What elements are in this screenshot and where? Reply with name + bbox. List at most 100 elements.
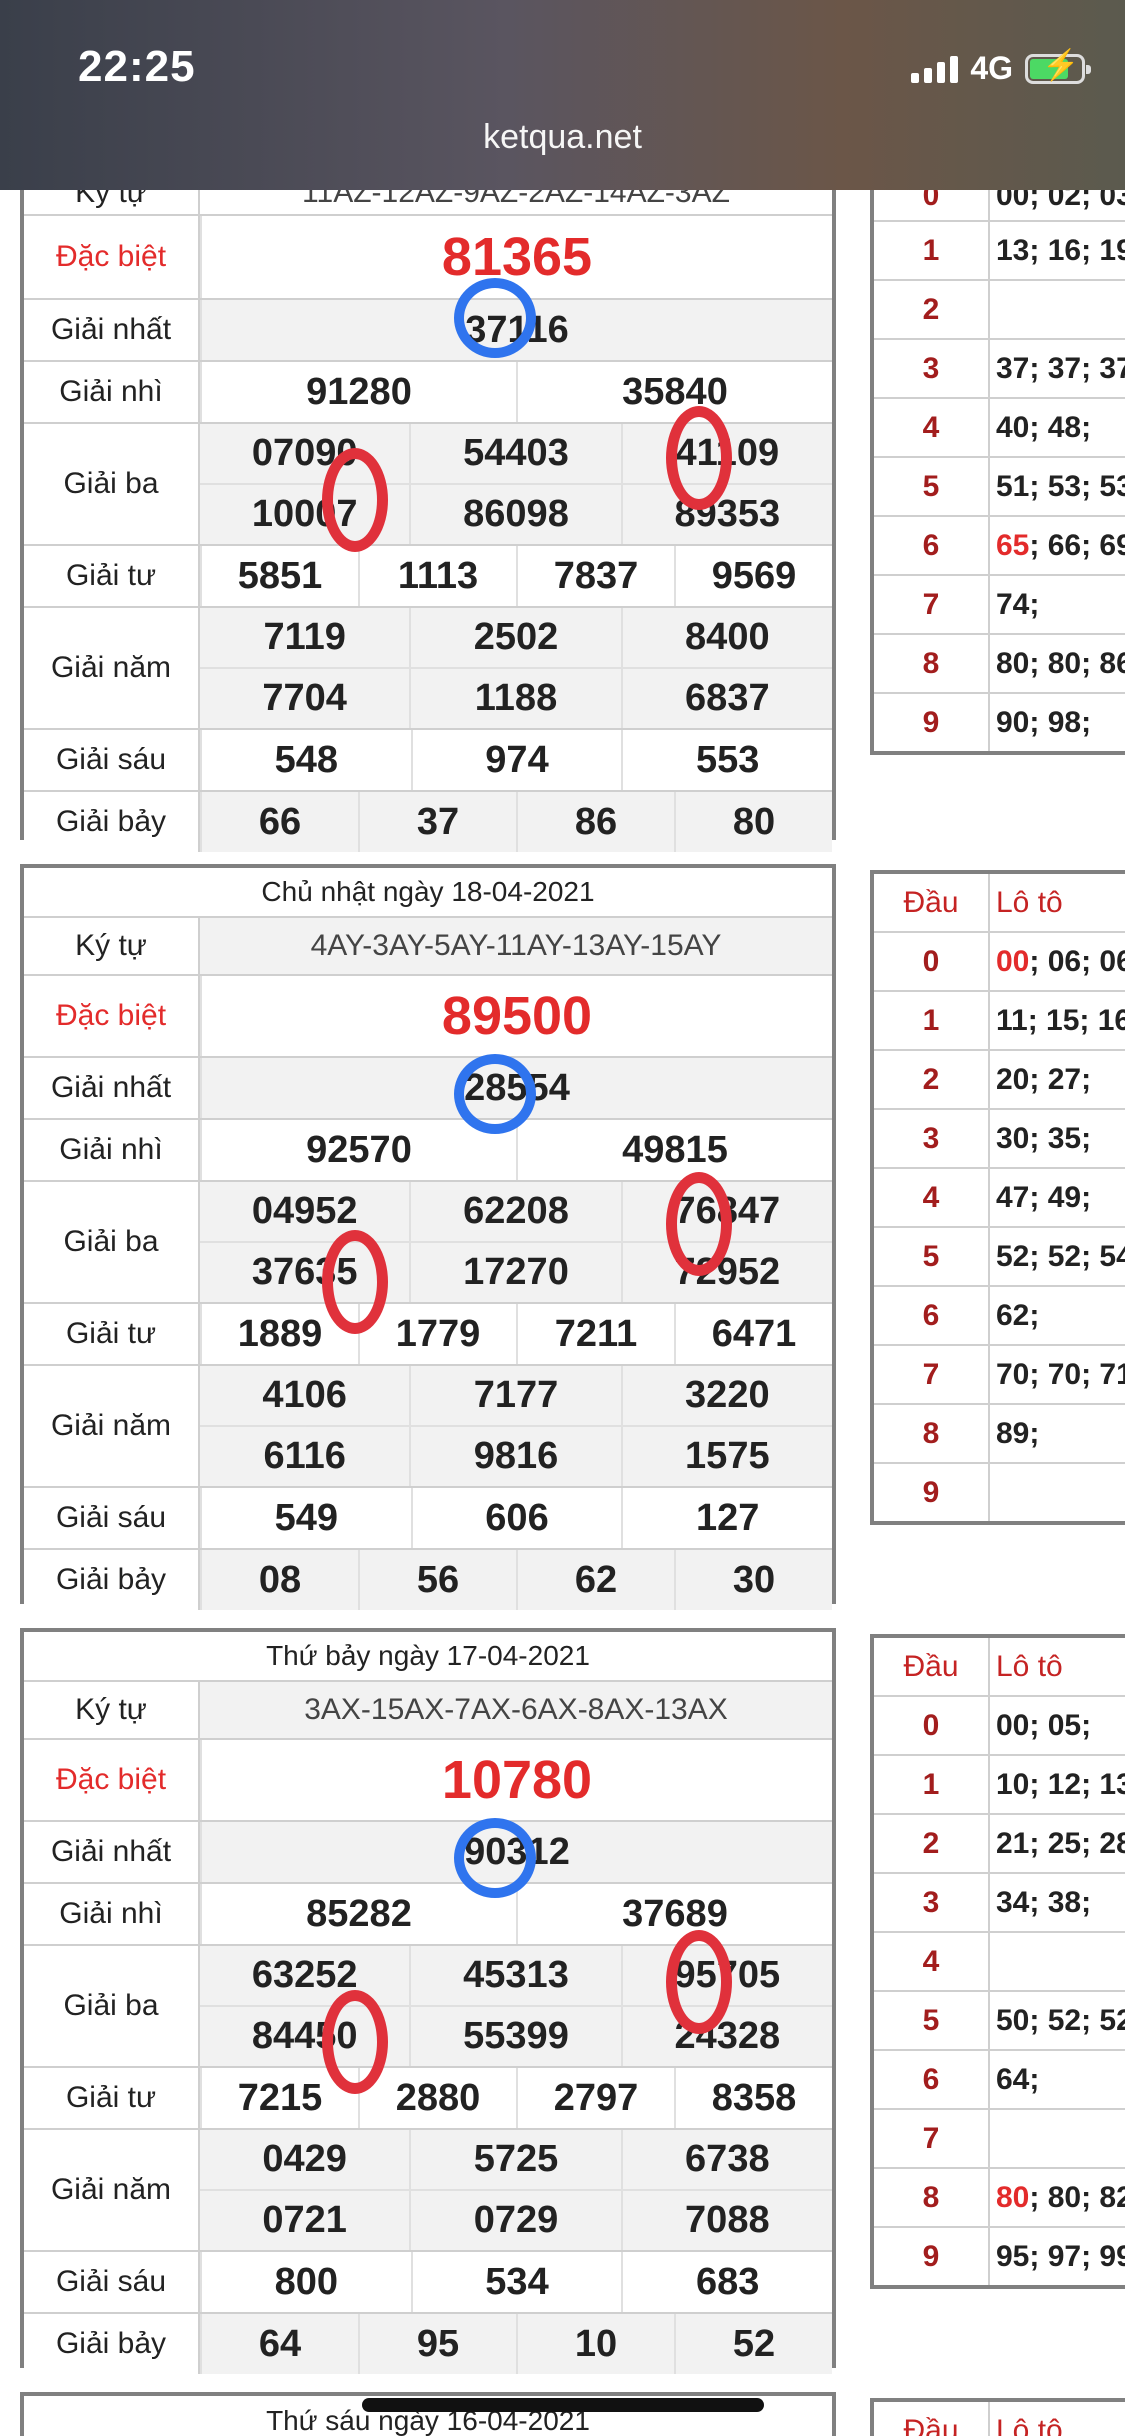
label-giai-nhat: Giải nhất xyxy=(24,300,200,360)
blue-circle-annotation xyxy=(454,1054,536,1134)
loto-cell: 47; 49; xyxy=(996,1180,1092,1214)
label-giai-nam: Giải năm xyxy=(24,608,200,728)
red-circle-annotation xyxy=(666,406,732,510)
label-giai-bay: Giải bảy xyxy=(24,792,200,852)
dau-cell: 6 xyxy=(874,1287,990,1344)
giai-nam-value: 3220 xyxy=(620,1366,832,1425)
giai-nam-value: 9816 xyxy=(409,1427,620,1486)
giai-ba-value: 63252 xyxy=(251,1954,358,1996)
giai-bay-value: 08 xyxy=(200,1550,358,1610)
loto-cell: 95; 97; 99 xyxy=(996,2239,1125,2273)
dau-cell: 5 xyxy=(874,1992,990,2049)
dau-cell: 7 xyxy=(874,1346,990,1403)
dau-header: Đầu xyxy=(874,2402,990,2436)
giai-tu-value: 5851 xyxy=(200,546,358,606)
dau-cell: 4 xyxy=(874,1169,990,1226)
giai-sau-value: 606 xyxy=(410,1488,622,1548)
loto-cell: 00; 06; 06 xyxy=(996,944,1125,978)
giai-nhi-value: 91280 xyxy=(200,362,516,422)
label-ky-tu: Ký tự xyxy=(24,1682,200,1738)
dau-cell: 6 xyxy=(874,2051,990,2108)
loto-cell xyxy=(990,1464,1125,1521)
loto-header: Lô tô xyxy=(996,1649,1063,1683)
loto-cell: 52; 52; 54 xyxy=(996,1239,1125,1273)
giai-sau-value: 800 xyxy=(200,2252,411,2312)
loto-table-3: Đầu Lô tô 0 00; 05; 1 10; 12; 13 2 21; 25; 2… xyxy=(870,1634,1125,2289)
dau-cell: 8 xyxy=(874,2169,990,2226)
giai-tu-value: 7837 xyxy=(516,546,674,606)
giai-sau-value: 534 xyxy=(410,2252,622,2312)
giai-sau-value: 548 xyxy=(200,730,411,790)
giai-bay-value: 80 xyxy=(674,792,832,852)
giai-sau-value: 553 xyxy=(621,730,832,790)
label-giai-ba: Giải ba xyxy=(24,1946,200,2066)
giai-nhi-value: 92570 xyxy=(200,1120,516,1180)
loto-cell: 62; xyxy=(996,1298,1040,1332)
dau-cell: 4 xyxy=(874,399,990,456)
dau-cell: 3 xyxy=(874,340,990,397)
loto-table-2: Đầu Lô tô 0 00; 06; 06 1 11; 15; 16 2 20; 27… xyxy=(870,870,1125,1525)
loto-cell: 34; 38; xyxy=(996,1885,1092,1919)
giai-nam-value: 6738 xyxy=(620,2130,832,2189)
giai-bay-value: 64 xyxy=(200,2314,358,2374)
giai-nam-value: 6837 xyxy=(620,669,832,728)
giai-bay-value: 86 xyxy=(516,792,674,852)
giai-bay-value: 30 xyxy=(674,1550,832,1610)
giai-nam-value: 0729 xyxy=(409,2191,620,2250)
dau-cell: 0 xyxy=(874,933,990,990)
giai-nhi-value: 49815 xyxy=(516,1120,832,1180)
dau-cell: 0 xyxy=(874,1697,990,1754)
loto-cell xyxy=(990,281,1125,338)
loto-cell: 40; 48; xyxy=(996,410,1092,444)
giai-bay-value: 56 xyxy=(358,1550,516,1610)
blue-circle-annotation xyxy=(454,1818,536,1898)
loto-cell: 74; xyxy=(996,587,1040,621)
dau-header: Đầu xyxy=(874,1638,990,1695)
loto-cell xyxy=(990,1933,1125,1990)
giai-nhi-value: 35840 xyxy=(516,362,832,422)
red-circle-annotation xyxy=(666,1172,732,1276)
home-indicator[interactable] xyxy=(362,2398,764,2412)
giai-tu-value: 8358 xyxy=(674,2068,832,2128)
dau-header: Đầu xyxy=(874,874,990,931)
signal-icon xyxy=(911,55,959,83)
url-bar[interactable]: ketqua.net xyxy=(0,118,1125,157)
loto-cell: 10; 12; 13 xyxy=(996,1767,1125,1801)
giai-nam-value: 0429 xyxy=(262,2138,347,2180)
giai-tu-value: 1113 xyxy=(358,546,516,606)
dau-cell: 2 xyxy=(874,1051,990,1108)
loto-cell: 00; 05; xyxy=(996,1708,1092,1742)
giai-nam-value: 5725 xyxy=(409,2130,620,2189)
loto-cell: 80; 80; 82 xyxy=(996,2180,1125,2214)
giai-tu-value: 2880 xyxy=(358,2068,516,2128)
dau-cell: 6 xyxy=(874,517,990,574)
loto-cell: 80; 80; 86 xyxy=(996,646,1125,680)
blue-circle-annotation xyxy=(454,278,536,358)
draw-date: Thứ bảy ngày 17-04-2021 xyxy=(266,1640,590,1671)
results-scroll-area[interactable]: Ký tự 11AZ-12AZ-9AZ-2AZ-14AZ-3AZ Đặc biệ… xyxy=(0,0,1125,2436)
label-giai-ba: Giải ba xyxy=(24,1182,200,1302)
dau-cell: 8 xyxy=(874,635,990,692)
giai-sau-value: 127 xyxy=(621,1488,832,1548)
red-circle-annotation xyxy=(666,1930,732,2034)
dau-cell: 2 xyxy=(874,281,990,338)
loto-header: Lô tô xyxy=(996,885,1063,919)
giai-ba-value: 89353 xyxy=(620,485,832,544)
label-giai-bay: Giải bảy xyxy=(24,2314,200,2374)
label-dac-biet: Đặc biệt xyxy=(24,976,200,1056)
loto-cell: 89; xyxy=(996,1416,1040,1450)
loto-cell: 51; 53; 53 xyxy=(996,469,1125,503)
label-dac-biet: Đặc biệt xyxy=(24,1740,200,1820)
dau-cell: 5 xyxy=(874,458,990,515)
label-giai-nhat: Giải nhất xyxy=(24,1822,200,1882)
giai-sau-value: 683 xyxy=(621,2252,832,2312)
dau-cell: 3 xyxy=(874,1874,990,1931)
red-circle-annotation xyxy=(322,1230,388,1334)
label-giai-bay: Giải bảy xyxy=(24,1550,200,1610)
loto-cell: 70; 70; 71 xyxy=(996,1357,1125,1391)
loto-cell: 20; 27; xyxy=(996,1062,1092,1096)
red-circle-annotation xyxy=(322,1990,388,2094)
loto-highlight: 65 xyxy=(996,528,1030,562)
draw-date: Chủ nhật ngày 18-04-2021 xyxy=(261,876,595,907)
giai-tu-value: 1779 xyxy=(358,1304,516,1364)
